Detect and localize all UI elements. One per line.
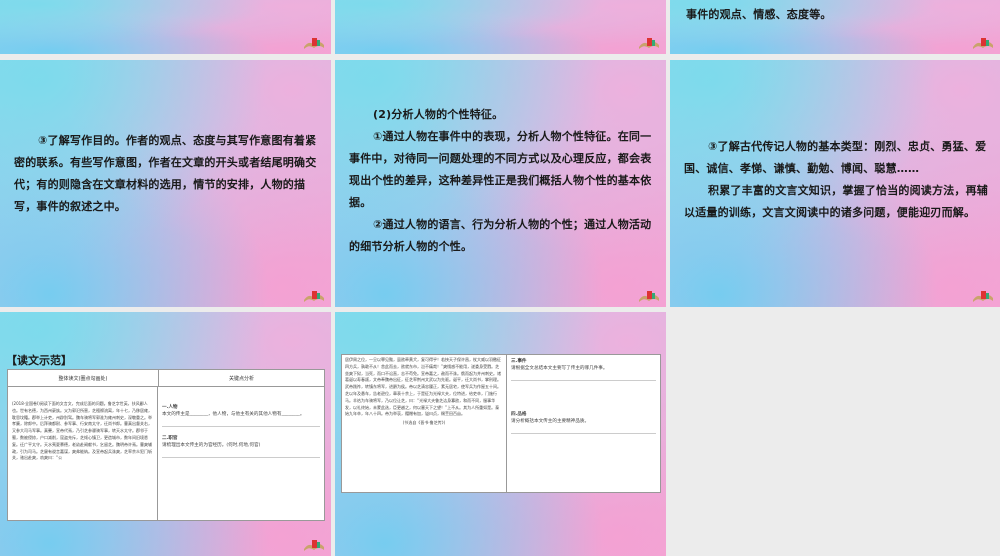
reading-table-continued: 居伊周之位，一旦以罪见黜，虽欲牵黄犬，复可得乎！若挟天子保许昌，杖大威以羽檄征四… bbox=[341, 354, 661, 493]
analysis-column: 三.事件 请根据全文总结本文主要写了传主的哪几件事。 四.品格 请分析概括本文传… bbox=[507, 355, 660, 492]
question-title: 三.事件 bbox=[511, 359, 527, 364]
answer-line[interactable] bbox=[162, 420, 320, 427]
question-title: 二.职官 bbox=[162, 436, 178, 441]
slide-5[interactable]: (2)分析人物的个性特征。 ①通过人物在事件中的表现，分析人物个性特征。在同一事… bbox=[335, 60, 666, 307]
slide-1[interactable] bbox=[0, 0, 331, 54]
slide-5-heading: (2)分析人物的个性特征。 bbox=[373, 108, 504, 121]
question-text: 请分析概括本文传主的主要精神品质。 bbox=[511, 419, 590, 424]
slide-3-text: 事件的观点、情感、态度等。 bbox=[686, 4, 990, 26]
book-scroll-icon bbox=[973, 38, 993, 49]
slide-5-text: (2)分析人物的个性特征。 ①通过人物在事件中的表现，分析人物个性特征。在同一事… bbox=[349, 104, 654, 258]
reading-demo-title: 【读文示范】 bbox=[6, 354, 72, 367]
table-header: 整体读文(圈点勾画处) 关键点分析 bbox=[8, 370, 324, 387]
question-text: 请根据全文总结本文主要写了传主的哪几件事。 bbox=[511, 366, 608, 371]
passage-text-continued: 居伊周之位，一旦以罪见黜，虽欲牵黄犬，复可得乎！若挟天子保许昌，杖大威以羽檄征四… bbox=[342, 355, 507, 492]
header-analysis: 关键点分析 bbox=[228, 375, 254, 382]
slide-3-paragraph: 事件的观点、情感、态度等。 bbox=[686, 8, 832, 21]
question-title: 一.人物 bbox=[162, 405, 178, 410]
slide-6-paragraph-1: ③了解古代传记人物的基本类型：刚烈、忠贞、勇猛、爱国、诚信、孝悌、谦慎、勤勉、博… bbox=[684, 140, 987, 175]
answer-line[interactable] bbox=[511, 427, 656, 434]
question-events: 三.事件 请根据全文总结本文主要写了传主的哪几件事。 bbox=[511, 358, 656, 381]
slide-8[interactable]: 居伊周之位，一旦以罪见黜，虽欲牵黄犬，复可得乎！若挟天子保许昌，杖大威以羽檄征四… bbox=[335, 312, 666, 556]
book-scroll-icon bbox=[304, 540, 324, 551]
table-body: (2018·全国卷Ⅰ)阅读下面的文言文，完成后面的问题。鲁芝字世英，扶风郿人也。… bbox=[8, 387, 324, 520]
slide-4[interactable]: ③了解写作目的。作者的观点、态度与其写作意图有着紧密的联系。有些写作意图，作者在… bbox=[0, 60, 331, 307]
book-scroll-icon bbox=[304, 38, 324, 49]
book-scroll-icon bbox=[304, 291, 324, 302]
slide-5-paragraph-1: ①通过人物在事件中的表现，分析人物个性特征。在同一事件中，对待同一问题处理的不同… bbox=[349, 130, 652, 209]
header-reading: 整体读文(圈点勾画处) bbox=[8, 370, 159, 386]
slide-6[interactable]: ③了解古代传记人物的基本类型：刚烈、忠贞、勇猛、爱国、诚信、孝悌、谦慎、勤勉、博… bbox=[670, 60, 1000, 307]
passage-text: (2018·全国卷Ⅰ)阅读下面的文言文，完成后面的问题。鲁芝字世英，扶风郿人也。… bbox=[8, 387, 158, 520]
book-scroll-icon bbox=[973, 291, 993, 302]
slide-4-text: ③了解写作目的。作者的观点、态度与其写作意图有着紧密的联系。有些写作意图，作者在… bbox=[14, 130, 319, 218]
passage-source: (节选自《晋书·鲁芝传》) bbox=[402, 420, 446, 426]
slide-5-paragraph-2: ②通过人物的语言、行为分析人物的个性；通过人物活动的细节分析人物的个性。 bbox=[349, 218, 652, 253]
question-characters: 一.人物 本文的传主是________，他人物，与他主有关的其他人物有_____… bbox=[162, 404, 320, 427]
book-scroll-icon bbox=[639, 291, 659, 302]
question-character: 四.品格 请分析概括本文传主的主要精神品质。 bbox=[511, 411, 656, 434]
passage-text: 居伊周之位，一旦以罪见黜，虽欲牵黄犬，复可得乎！若挟天子保许昌，杖大威以羽檄征四… bbox=[345, 357, 501, 417]
slide-7[interactable]: 【读文示范】 整体读文(圈点勾画处) 关键点分析 (2018·全国卷Ⅰ)阅读下面… bbox=[0, 312, 331, 556]
slide-2[interactable] bbox=[335, 0, 666, 54]
reading-table: 整体读文(圈点勾画处) 关键点分析 (2018·全国卷Ⅰ)阅读下面的文言文，完成… bbox=[7, 369, 325, 521]
question-text: 本文的传主是________，他人物，与他主有关的其他人物有________。 bbox=[162, 412, 305, 417]
answer-line[interactable] bbox=[162, 451, 320, 458]
question-text: 请梳理出本文传主的为官经历。(何时,何地,何官) bbox=[162, 443, 261, 448]
question-title: 四.品格 bbox=[511, 412, 527, 417]
slide-6-text: ③了解古代传记人物的基本类型：刚烈、忠贞、勇猛、爱国、诚信、孝悌、谦慎、勤勉、博… bbox=[684, 136, 988, 224]
analysis-column: 一.人物 本文的传主是________，他人物，与他主有关的其他人物有_____… bbox=[158, 387, 324, 520]
slide-4-paragraph: ③了解写作目的。作者的观点、态度与其写作意图有着紧密的联系。有些写作意图，作者在… bbox=[14, 134, 317, 213]
slide-6-paragraph-2: 积累了丰富的文言文知识，掌握了恰当的阅读方法，再辅以适量的训练，文言文阅读中的诸… bbox=[684, 184, 988, 219]
answer-line[interactable] bbox=[511, 374, 656, 381]
slide-3[interactable]: 事件的观点、情感、态度等。 bbox=[670, 0, 1000, 54]
book-scroll-icon bbox=[639, 38, 659, 49]
question-official-posts: 二.职官 请梳理出本文传主的为官经历。(何时,何地,何官) bbox=[162, 435, 320, 458]
